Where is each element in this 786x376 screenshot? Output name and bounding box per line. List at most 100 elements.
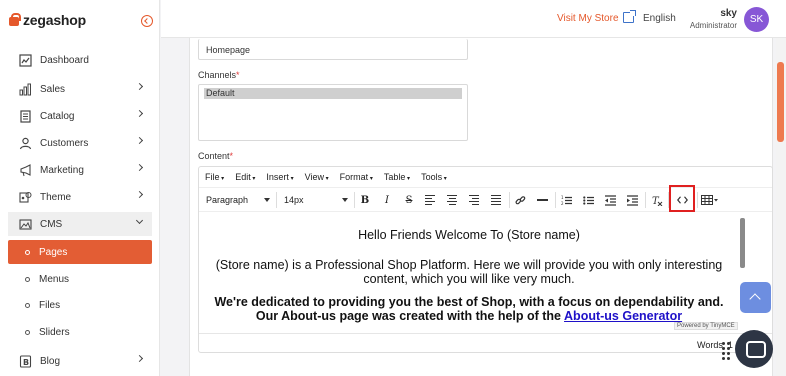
caret-down-icon: [342, 198, 348, 202]
clear-formatting-icon[interactable]: T: [650, 193, 664, 207]
catalog-icon: [18, 109, 32, 123]
paragraph-dedicated: We're dedicated to providing you the bes…: [214, 295, 724, 323]
align-right-icon[interactable]: [467, 193, 481, 207]
powered-by-badge[interactable]: Powered by TinyMCE: [674, 322, 738, 330]
bullet-icon: [25, 249, 30, 255]
page-scrollbar[interactable]: [776, 38, 786, 376]
font-size-value: 14px: [284, 195, 304, 205]
sidebar-item-dashboard[interactable]: Dashboard: [8, 48, 152, 72]
menu-tools[interactable]: Tools: [421, 172, 447, 182]
sidebar-item-label: CMS: [40, 218, 63, 230]
sidebar-item-marketing[interactable]: Marketing: [8, 158, 152, 182]
paragraph-intro: (Store name) is a Professional Shop Plat…: [215, 258, 723, 286]
palette-icon: [18, 190, 32, 204]
external-link-icon[interactable]: [623, 10, 636, 23]
sidebar-item-label: Theme: [40, 191, 72, 203]
sidebar-subitem-files[interactable]: Files: [8, 293, 152, 317]
about-us-generator-link[interactable]: About-us Generator: [564, 309, 682, 323]
avatar[interactable]: SK: [744, 7, 769, 32]
caret-down-icon: [264, 198, 270, 202]
sidebar-subitem-label: Menus: [39, 273, 70, 285]
sidebar-subitem-pages[interactable]: Pages: [8, 240, 152, 264]
sidebar-item-sales[interactable]: Sales: [8, 77, 152, 101]
page-field[interactable]: Homepage: [198, 39, 468, 60]
sidebar-item-catalog[interactable]: Catalog: [8, 104, 152, 128]
channels-select[interactable]: Default: [198, 84, 468, 141]
table-icon[interactable]: [700, 193, 720, 207]
menu-file[interactable]: File: [205, 172, 224, 182]
editor-content-area[interactable]: Hello Friends Welcome To (Store name) (S…: [199, 212, 772, 332]
sidebar: zegashop Dashboard Sales Catalog Custome…: [0, 0, 160, 376]
chevron-right-icon: [135, 82, 144, 91]
sidebar-item-blog[interactable]: B Blog: [8, 349, 152, 373]
sidebar-subitem-label: Sliders: [39, 326, 70, 338]
blog-icon: B: [18, 354, 32, 368]
user-icon: [18, 136, 32, 150]
menu-table[interactable]: Table: [384, 172, 410, 182]
page-field-value: Homepage: [206, 45, 251, 55]
shopping-bag-icon: [8, 13, 21, 27]
brand-logo[interactable]: zegashop: [8, 12, 86, 28]
collapse-sidebar-icon[interactable]: [141, 15, 153, 27]
bullet-icon: [25, 276, 30, 282]
brand-name: zegashop: [23, 12, 86, 28]
sidebar-subitem-label: Files: [39, 299, 61, 311]
sidebar-subitem-sliders[interactable]: Sliders: [8, 320, 152, 344]
svg-text:1: 1: [561, 195, 564, 200]
sidebar-item-label: Catalog: [40, 110, 75, 122]
bar-chart-icon: [18, 82, 32, 96]
menu-format[interactable]: Format: [340, 172, 373, 182]
sidebar-item-label: Sales: [40, 83, 66, 95]
sidebar-item-cms[interactable]: CMS: [8, 212, 152, 236]
content-label: Content*: [198, 151, 234, 161]
align-left-icon[interactable]: [423, 193, 437, 207]
rich-text-editor: File Edit Insert View Format Table Tools…: [198, 166, 773, 353]
sidebar-item-customers[interactable]: Customers: [8, 131, 152, 155]
cms-icon: [18, 217, 32, 231]
indent-icon[interactable]: [625, 193, 639, 207]
scroll-to-top-button[interactable]: [740, 282, 771, 313]
block-format-select[interactable]: Paragraph: [206, 193, 270, 207]
link-icon[interactable]: [513, 193, 527, 207]
editor-scrollbar-thumb[interactable]: [740, 218, 745, 268]
svg-text:2: 2: [561, 201, 564, 206]
language-selector[interactable]: English: [643, 13, 676, 24]
bold-icon[interactable]: B: [358, 193, 372, 207]
bullet-list-icon[interactable]: [581, 193, 595, 207]
editor-statusbar: Words: 1: [199, 333, 772, 352]
user-name: sky: [720, 8, 737, 19]
page-scrollbar-thumb[interactable]: [777, 62, 784, 142]
drag-handle-icon[interactable]: [722, 342, 730, 360]
sidebar-item-label: Dashboard: [40, 54, 89, 66]
strikethrough-icon[interactable]: S: [402, 193, 416, 207]
font-size-select[interactable]: 14px: [284, 193, 348, 207]
menu-insert[interactable]: Insert: [266, 172, 293, 182]
block-format-value: Paragraph: [206, 195, 249, 205]
chevron-right-icon: [135, 354, 144, 363]
chevron-right-icon: [135, 136, 144, 145]
italic-icon[interactable]: I: [380, 193, 394, 207]
bullet-icon: [25, 329, 30, 335]
chevron-right-icon: [135, 190, 144, 199]
sidebar-subitem-menus[interactable]: Menus: [8, 267, 152, 291]
outdent-icon[interactable]: [603, 193, 617, 207]
align-center-icon[interactable]: [445, 193, 459, 207]
sidebar-subitem-label: Pages: [39, 246, 68, 258]
menu-edit[interactable]: Edit: [235, 172, 255, 182]
horizontal-line-icon[interactable]: [535, 193, 549, 207]
numbered-list-icon[interactable]: 12: [559, 193, 573, 207]
top-header: Visit My Store English sky Administrator…: [161, 0, 786, 38]
source-code-highlight: [669, 185, 695, 212]
channels-option-selected[interactable]: Default: [204, 88, 462, 99]
sidebar-item-theme[interactable]: Theme: [8, 185, 152, 209]
align-justify-icon[interactable]: [489, 193, 503, 207]
paragraph-welcome: Hello Friends Welcome To (Store name): [358, 228, 580, 242]
megaphone-icon: [18, 163, 32, 177]
menu-view[interactable]: View: [305, 172, 329, 182]
sidebar-item-label: Blog: [40, 355, 61, 367]
bullet-icon: [25, 302, 30, 308]
chevron-down-icon: [135, 216, 144, 225]
dashboard-icon: [18, 53, 32, 67]
chat-widget-button[interactable]: [735, 330, 773, 368]
visit-store-link[interactable]: Visit My Store: [557, 13, 619, 24]
